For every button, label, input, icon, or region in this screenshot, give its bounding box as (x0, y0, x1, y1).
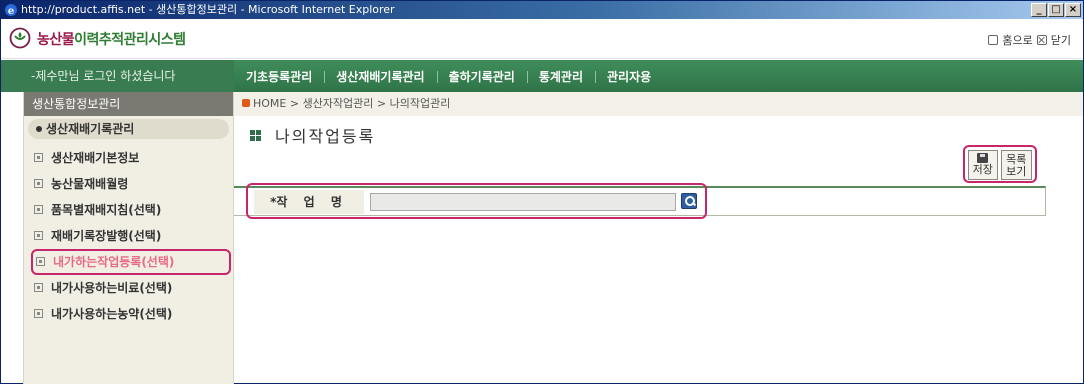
sidebar-section[interactable]: 생산재배기록관리 (28, 119, 229, 139)
main-nav: -제수만님 로그인 하셨습니다 기초등록관리 생산재배기록관리 출하기록관리 통… (1, 60, 1083, 92)
job-name-label-text: 작 업 명 (276, 195, 348, 209)
logo-prefix: 농산물 (37, 32, 75, 48)
page-title: 나의작업등록 (250, 123, 375, 147)
breadcrumb: HOME > 생산자작업관리 > 나의작업관리 (234, 92, 1083, 116)
window-controls: _ □ × (1031, 3, 1081, 17)
close-link[interactable]: 닫기 (1051, 32, 1071, 48)
ie-logo-icon: e (5, 4, 17, 17)
save-button[interactable]: 저장 (968, 150, 998, 180)
sidebar-item-label: 재배기록장발행(선택) (51, 229, 162, 243)
window-title: http://product.affis.net - 생산통합정보관리 - Mi… (21, 3, 395, 16)
minimize-button[interactable]: _ (1031, 3, 1047, 17)
login-message: -제수만님 로그인 하셨습니다 (1, 60, 234, 92)
search-icon[interactable] (681, 193, 697, 209)
job-name-label: *작 업 명 (254, 190, 364, 214)
square-bullet-icon (34, 153, 43, 162)
sidebar-title: 생산통합정보관리 (24, 92, 233, 116)
menu-item-basic-registration[interactable]: 기초등록관리 (234, 68, 324, 85)
home-link[interactable]: 홈으로 (1002, 32, 1032, 48)
sidebar-item-my-pesticide[interactable]: 내가사용하는농약(선택) (24, 301, 233, 327)
sidebar-item-label: 내가사용하는농약(선택) (51, 307, 173, 321)
logo-icon[interactable] (9, 27, 31, 49)
page-title-text: 나의작업등록 (275, 127, 376, 146)
home-icon (988, 35, 999, 45)
list-button-label-line2: 보기 (1006, 165, 1027, 178)
svg-text:e: e (8, 6, 14, 17)
square-bullet-icon (34, 179, 43, 188)
title-bar: e http://product.affis.net - 생산통합정보관리 - … (1, 1, 1083, 19)
sidebar-section-label: 생산재배기록관리 (46, 122, 135, 136)
browser-window: e http://product.affis.net - 생산통합정보관리 - … (0, 0, 1084, 384)
sidebar-item-label: 품목별재배지침(선택) (51, 203, 162, 217)
sidebar: 생산통합정보관리 생산재배기록관리 생산재배기본정보 농산물재배월령 품목별재배… (23, 92, 234, 384)
menu-item-statistics[interactable]: 통계관리 (526, 68, 595, 85)
square-bullet-icon (34, 231, 43, 240)
square-bullet-icon (34, 309, 43, 318)
sidebar-item-label: 농산물재배월령 (51, 177, 129, 191)
menu-item-shipment-records[interactable]: 출하기록관리 (436, 68, 527, 85)
square-bullet-icon (34, 283, 43, 292)
sidebar-item-my-job-registration[interactable]: 내가하는작업등록(선택) (31, 249, 231, 275)
site-header: 농산물이력추적관리시스템 홈으로 닫기 (1, 19, 1083, 59)
logo-suffix: 이력추적관리시스템 (74, 32, 186, 48)
sidebar-item-my-fertilizer[interactable]: 내가사용하는비료(선택) (24, 275, 233, 301)
menu-item-cultivation-records[interactable]: 생산재배기록관리 (324, 68, 436, 85)
sidebar-item-basic-info[interactable]: 생산재배기본정보 (24, 145, 233, 171)
sidebar-item-label: 내가사용하는비료(선택) (51, 281, 173, 295)
list-view-button[interactable]: 목록 보기 (1000, 150, 1032, 180)
job-name-input[interactable] (370, 193, 676, 211)
job-name-row: *작 업 명 (234, 186, 1046, 216)
close-icon (1036, 35, 1047, 45)
square-bullet-icon (34, 205, 43, 214)
save-button-label: 저장 (972, 163, 993, 176)
sidebar-item-growth-period[interactable]: 농산물재배월령 (24, 171, 233, 197)
main-menu: 기초등록관리 생산재배기록관리 출하기록관리 통계관리 관리자용 (234, 60, 663, 92)
sidebar-item-label: 내가하는작업등록(선택) (53, 255, 175, 269)
top-links: 홈으로 닫기 (988, 32, 1071, 48)
sidebar-item-label: 생산재배기본정보 (51, 151, 140, 165)
close-window-button[interactable]: × (1065, 3, 1081, 17)
sidebar-item-record-issue[interactable]: 재배기록장발행(선택) (24, 223, 233, 249)
sidebar-item-cultivation-guide[interactable]: 품목별재배지침(선택) (24, 197, 233, 223)
arrow-bullet-icon (242, 99, 250, 107)
grid-icon (250, 130, 261, 141)
floppy-disk-icon (977, 153, 989, 163)
square-bullet-icon (36, 257, 45, 266)
action-buttons: 저장 목록 보기 (963, 145, 1037, 183)
breadcrumb-text: HOME > 생산자작업관리 > 나의작업관리 (253, 97, 451, 110)
maximize-button[interactable]: □ (1048, 3, 1064, 17)
bullet-icon (36, 125, 42, 132)
menu-item-admin[interactable]: 관리자용 (595, 68, 663, 85)
site-logo-text[interactable]: 농산물이력추적관리시스템 (37, 29, 186, 49)
